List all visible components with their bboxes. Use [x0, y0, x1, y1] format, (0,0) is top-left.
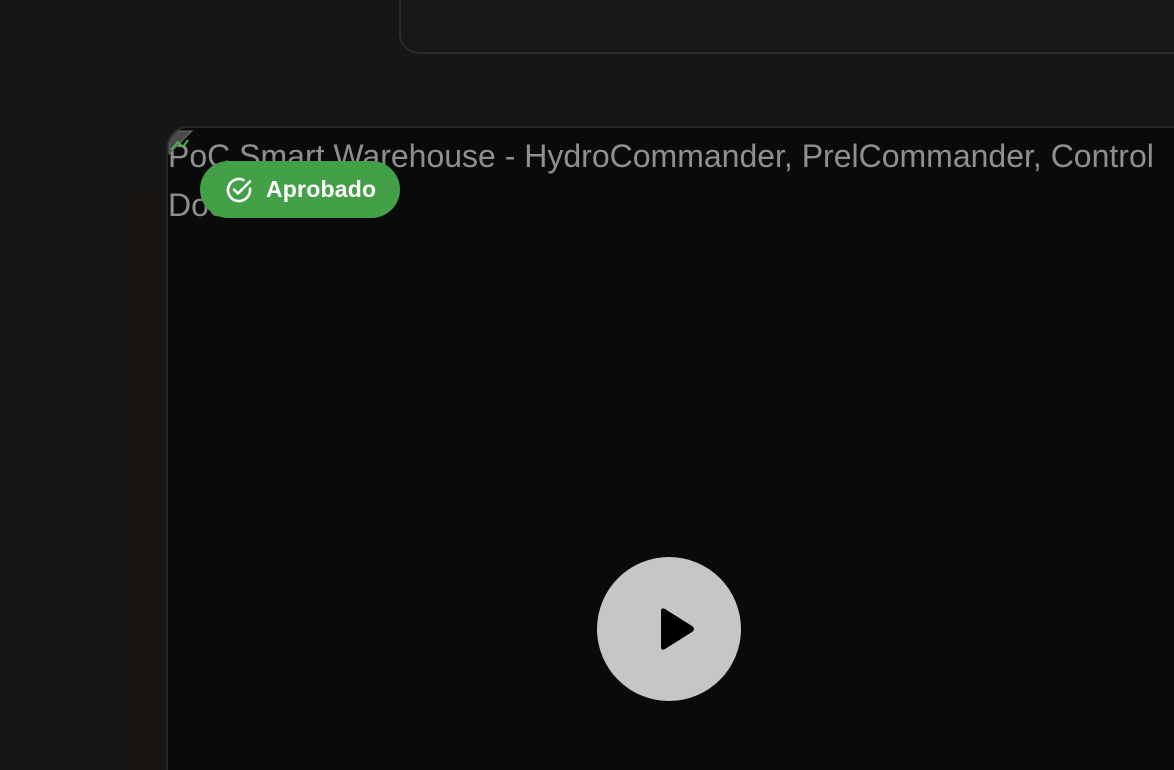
play-icon	[661, 608, 694, 650]
side-shadow	[110, 190, 168, 770]
check-circle-icon	[226, 177, 252, 202]
top-panel	[399, 0, 1174, 54]
play-button[interactable]	[597, 557, 741, 701]
status-badge: Aprobado	[200, 161, 401, 218]
broken-image-icon	[168, 130, 202, 164]
status-badge-label: Aprobado	[266, 176, 377, 202]
page: PoC Smart Warehouse - HydroCommander, Pr…	[0, 0, 1174, 770]
